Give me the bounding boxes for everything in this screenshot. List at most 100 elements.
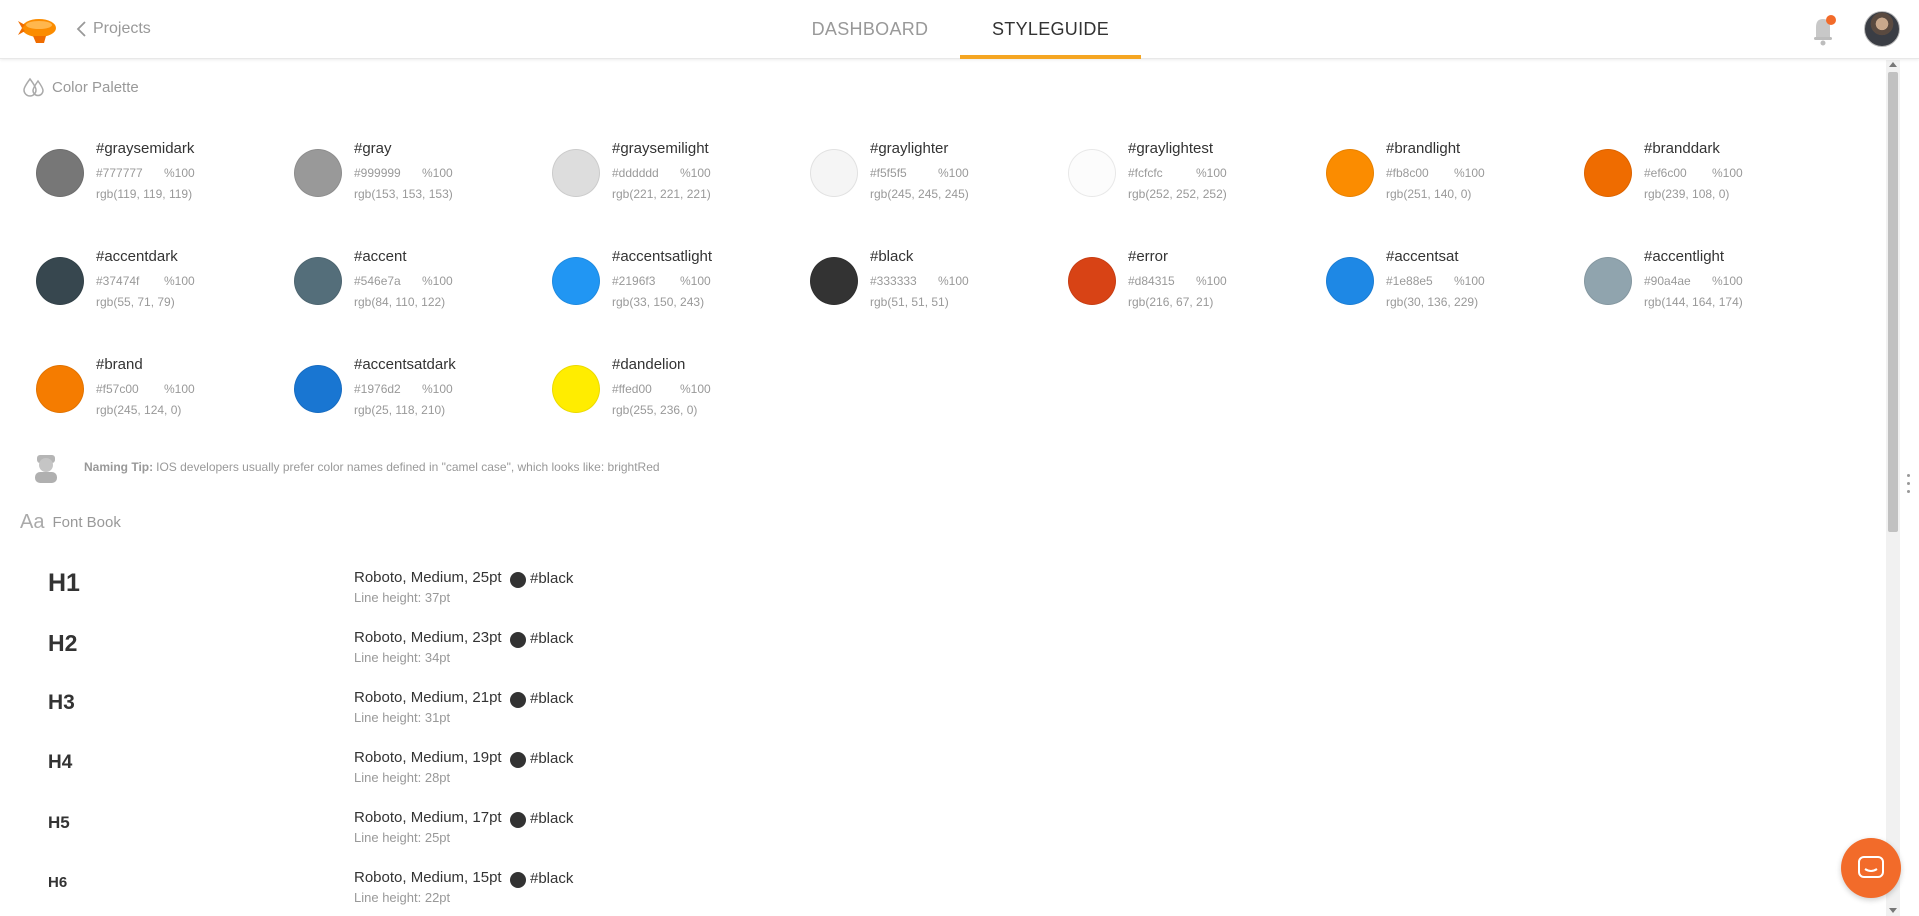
color-swatch[interactable]: #graysemilight #dddddd %100 rgb(221, 221, 2…: [552, 139, 802, 209]
swatch-color-dot: [36, 257, 84, 305]
swatch-name: #dandelion: [612, 356, 686, 373]
swatch-alpha: %100: [680, 166, 711, 180]
swatch-hex: #d84315: [1128, 274, 1175, 288]
color-palette-title: Color Palette: [52, 78, 139, 96]
naming-tip: Naming Tip: IOS developers usually prefer…: [32, 451, 660, 483]
swatch-name: #graysemidark: [96, 140, 195, 157]
color-swatch[interactable]: #accentlight #90a4ae %100 rgb(144, 164, 174…: [1584, 247, 1834, 317]
color-swatch[interactable]: #accent #546e7a %100 rgb(84, 110, 122): [294, 247, 544, 317]
swatch-name: #accentdark: [96, 248, 178, 265]
color-swatch[interactable]: #error #d84315 %100 rgb(216, 67, 21): [1068, 247, 1318, 317]
font-style-tag: H5: [48, 812, 70, 832]
zeppelin-logo-icon[interactable]: [18, 12, 58, 46]
font-line-height: Line height: 31pt: [354, 710, 451, 725]
swatch-alpha: %100: [422, 274, 453, 288]
font-style-row: H5 Roboto, Medium, 17pt #black Line height:…: [48, 805, 648, 855]
swatch-color-dot: [294, 257, 342, 305]
back-to-projects-link[interactable]: Projects: [75, 19, 151, 39]
color-swatch[interactable]: #graylightest #fcfcfc %100 rgb(252, 252, 25…: [1068, 139, 1318, 209]
font-icon: Aa: [20, 511, 45, 533]
swatch-name: #accentsatdark: [354, 356, 456, 373]
swatch-color-dot: [36, 365, 84, 413]
swatch-rgb: rgb(245, 124, 0): [96, 403, 182, 417]
color-swatch[interactable]: #brand #f57c00 %100 rgb(245, 124, 0): [36, 355, 286, 425]
swatch-alpha: %100: [938, 166, 969, 180]
swatch-rgb: rgb(153, 153, 153): [354, 187, 453, 201]
font-style-row: H4 Roboto, Medium, 19pt #black Line height:…: [48, 745, 648, 795]
main-tabs: DASHBOARD STYLEGUIDE: [800, 0, 1141, 59]
swatch-hex: #2196f3: [612, 274, 656, 288]
swatch-hex: #fb8c00: [1386, 166, 1429, 180]
naming-tip-label: Naming Tip:: [84, 460, 154, 474]
color-swatch[interactable]: #accentsat #1e88e5 %100 rgb(30, 136, 229): [1326, 247, 1576, 317]
styleguide-content: Color Palette #graysemidark #777777 %100 rg…: [0, 60, 1885, 916]
swatch-alpha: %100: [1454, 274, 1485, 288]
swatch-color-dot: [294, 365, 342, 413]
swatch-alpha: %100: [164, 274, 195, 288]
bell-icon[interactable]: [1808, 13, 1840, 47]
tab-dashboard[interactable]: DASHBOARD: [800, 0, 940, 59]
swatch-hex: #1976d2: [354, 382, 401, 396]
character-icon: [35, 455, 57, 483]
swatch-hex: #dddddd: [612, 166, 659, 180]
font-line-height: Line height: 28pt: [354, 770, 451, 785]
color-swatch[interactable]: #gray #999999 %100 rgb(153, 153, 153): [294, 139, 544, 209]
drops-icon: [23, 77, 44, 97]
color-swatch[interactable]: #graysemidark #777777 %100 rgb(119, 119, 11…: [36, 139, 286, 209]
scrollbar-thumb[interactable]: [1888, 72, 1898, 532]
panel-drag-handle[interactable]: [1905, 474, 1911, 504]
color-swatch[interactable]: #accentdark #37474f %100 rgb(55, 71, 79): [36, 247, 286, 317]
chat-icon: [1858, 856, 1884, 878]
color-swatch[interactable]: #branddark #ef6c00 %100 rgb(239, 108, 0): [1584, 139, 1834, 209]
scroll-down-arrow-icon[interactable]: [1889, 908, 1897, 913]
top-bar: Projects DASHBOARD STYLEGUIDE: [0, 0, 1919, 59]
font-color-dot: [510, 872, 526, 888]
font-style-tag: H1: [48, 568, 80, 597]
swatch-hex: #ef6c00: [1644, 166, 1687, 180]
color-swatch[interactable]: #black #333333 %100 rgb(51, 51, 51): [810, 247, 1060, 317]
color-swatch[interactable]: #accentsatdark #1976d2 %100 rgb(25, 118, 21…: [294, 355, 544, 425]
font-style-row: H1 Roboto, Medium, 25pt #black Line height:…: [48, 565, 648, 615]
font-color-dot: [510, 812, 526, 828]
swatch-name: #graysemilight: [612, 140, 709, 157]
font-line-height: Line height: 25pt: [354, 830, 451, 845]
font-color-name: #black: [530, 690, 574, 707]
font-style-tag: H2: [48, 629, 78, 656]
scroll-up-arrow-icon[interactable]: [1889, 62, 1897, 67]
color-swatch[interactable]: #brandlight #fb8c00 %100 rgb(251, 140, 0): [1326, 139, 1576, 209]
swatch-hex: #f57c00: [96, 382, 139, 396]
swatch-color-dot: [1584, 149, 1632, 197]
swatch-hex: #ffed00: [612, 382, 652, 396]
font-color-dot: [510, 752, 526, 768]
color-swatch[interactable]: #dandelion #ffed00 %100 rgb(255, 236, 0): [552, 355, 802, 425]
user-avatar[interactable]: [1864, 11, 1900, 47]
tab-styleguide[interactable]: STYLEGUIDE: [960, 0, 1141, 59]
swatch-alpha: %100: [938, 274, 969, 288]
swatch-rgb: rgb(25, 118, 210): [354, 403, 446, 417]
swatch-color-dot: [810, 149, 858, 197]
font-style-tag: H6: [48, 873, 68, 891]
swatch-name: #accentsatlight: [612, 248, 713, 265]
chat-button[interactable]: [1841, 838, 1901, 898]
font-style-spec: Roboto, Medium, 19pt: [354, 749, 502, 766]
color-swatch[interactable]: #graylighter #f5f5f5 %100 rgb(245, 245, 245…: [810, 139, 1060, 209]
swatch-alpha: %100: [422, 166, 453, 180]
color-swatch[interactable]: #accentsatlight #2196f3 %100 rgb(33, 150, 2…: [552, 247, 802, 317]
swatch-color-dot: [552, 257, 600, 305]
swatch-color-dot: [1068, 257, 1116, 305]
swatch-alpha: %100: [1196, 274, 1227, 288]
swatch-name: #brandlight: [1386, 140, 1461, 157]
swatch-rgb: rgb(239, 108, 0): [1644, 187, 1730, 201]
font-style-row: H6 Roboto, Medium, 15pt #black Line height:…: [48, 865, 648, 915]
font-color-name: #black: [530, 750, 574, 767]
swatch-alpha: %100: [1454, 166, 1485, 180]
scrollbar[interactable]: [1886, 60, 1900, 916]
font-color-dot: [510, 572, 526, 588]
swatch-name: #accent: [354, 248, 407, 265]
font-color-name: #black: [530, 810, 574, 827]
swatch-color-dot: [552, 365, 600, 413]
swatch-rgb: rgb(252, 252, 252): [1128, 187, 1227, 201]
swatch-rgb: rgb(33, 150, 243): [612, 295, 705, 309]
font-style-spec: Roboto, Medium, 21pt: [354, 689, 502, 706]
swatch-alpha: %100: [1196, 166, 1227, 180]
